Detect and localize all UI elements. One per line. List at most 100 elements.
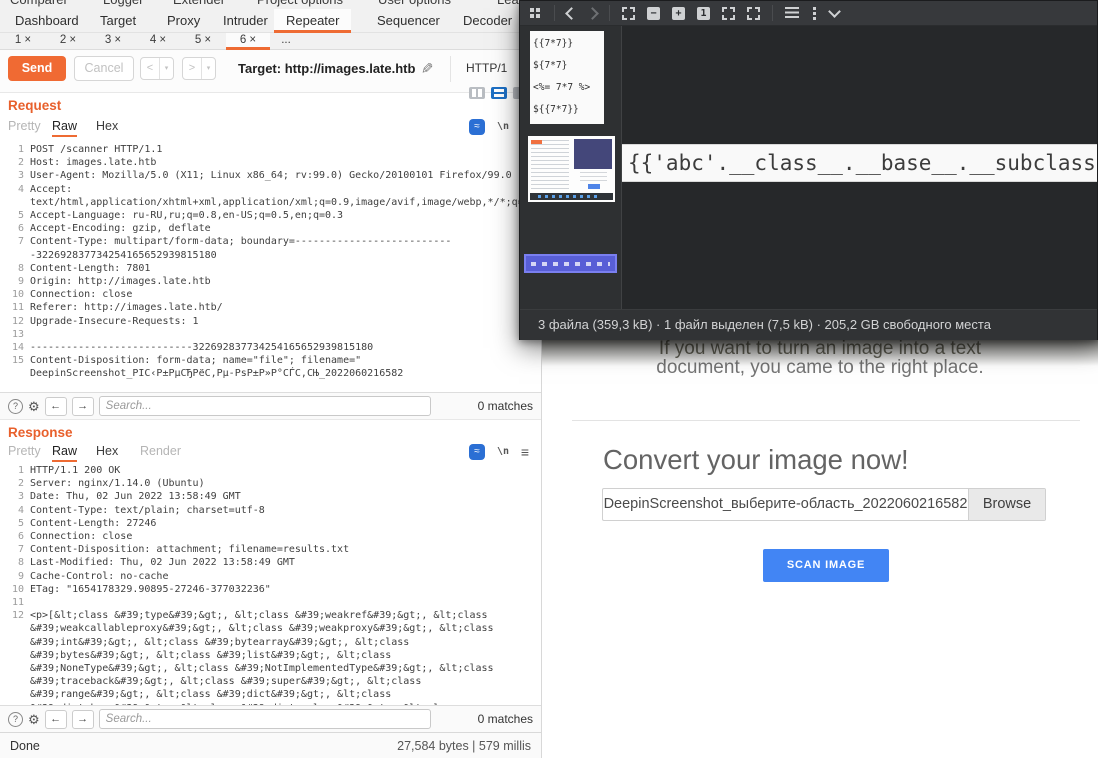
next-match-button[interactable]: → xyxy=(72,710,94,729)
line-number: 5 xyxy=(0,517,30,530)
cancel-button[interactable]: Cancel xyxy=(74,56,134,81)
forward-request-icon: > xyxy=(183,58,201,79)
section-divider xyxy=(572,420,1080,421)
tab-target[interactable]: Target xyxy=(100,9,136,32)
tab-comparer[interactable]: Comparer xyxy=(10,0,68,7)
fit-width-icon[interactable] xyxy=(722,7,735,20)
line-number: 9 xyxy=(0,570,30,583)
request-search-input[interactable] xyxy=(99,396,431,416)
browser-page: If you want to turn an image into a text… xyxy=(541,340,1098,758)
tab-logger[interactable]: Logger xyxy=(103,0,143,7)
code-line: DeepinScreenshot_РІС‹Р±РµСЂРёС‚Рµ-РѕР±Р»… xyxy=(0,367,541,380)
tab-raw[interactable]: Raw xyxy=(52,119,77,137)
gear-icon[interactable]: ⚙ xyxy=(28,713,40,726)
tab-user-options[interactable]: User options xyxy=(378,0,451,7)
zoom-out-icon[interactable]: − xyxy=(647,7,660,20)
browse-button[interactable]: Browse xyxy=(968,489,1045,520)
file-upload-input[interactable]: DeepinScreenshot_выберите-область_202206… xyxy=(602,488,1046,521)
rows-layout-icon[interactable] xyxy=(491,87,507,99)
forward-request-button[interactable]: > ▾ xyxy=(182,57,216,80)
response-search-input[interactable] xyxy=(99,709,431,729)
repeater-tab-2[interactable]: 2 × xyxy=(46,33,90,48)
tab-dashboard[interactable]: Dashboard xyxy=(15,9,79,32)
line-text: Content-Disposition: form-data; name="fi… xyxy=(30,354,541,367)
code-line: 5 Content-Length: 27246 xyxy=(0,517,541,530)
prettify-icon[interactable]: ≈ xyxy=(469,444,485,460)
forward-dropdown-icon[interactable]: ▾ xyxy=(201,58,215,79)
forward-icon[interactable] xyxy=(586,7,599,20)
list-icon[interactable] xyxy=(785,7,799,19)
tab-render[interactable]: Render xyxy=(140,444,181,458)
request-editor[interactable]: 1 POST /scanner HTTP/1.1 2 Host: images.… xyxy=(0,143,541,387)
toolbar-divider xyxy=(450,56,451,82)
line-number: 3 xyxy=(0,490,30,503)
tab-pretty[interactable]: Pretty xyxy=(8,119,41,133)
code-line: 14 ---------------------------3226928377… xyxy=(0,341,541,354)
zoom-in-icon[interactable]: + xyxy=(672,7,685,20)
fit-height-icon[interactable] xyxy=(747,7,760,20)
toolbar-separator xyxy=(609,5,610,21)
repeater-tab-5[interactable]: 5 × xyxy=(181,33,225,48)
line-number: 8 xyxy=(0,262,30,275)
tab-pretty[interactable]: Pretty xyxy=(8,444,41,458)
repeater-tab-3[interactable]: 3 × xyxy=(91,33,135,48)
actual-size-icon[interactable]: 1 xyxy=(697,7,710,20)
help-icon[interactable]: ? xyxy=(8,712,23,727)
tab-raw[interactable]: Raw xyxy=(52,444,77,462)
repeater-tab-6[interactable]: 6 × xyxy=(226,33,270,50)
next-match-button[interactable]: → xyxy=(72,397,94,416)
kebab-menu-icon[interactable] xyxy=(813,7,816,10)
viewer-status-text: 3 файла (359,3 kB) · 1 файл выделен (7,5… xyxy=(538,317,991,332)
repeater-tab-more[interactable]: ... xyxy=(271,33,301,48)
prev-match-button[interactable]: ← xyxy=(45,710,67,729)
code-line: 13 xyxy=(0,328,541,341)
line-wrap-icon[interactable]: \n xyxy=(497,121,509,132)
tab-repeater[interactable]: Repeater xyxy=(274,9,351,33)
payload-text-thumbnail[interactable]: {{7*7}} ${7*7} <%= 7*7 %> ${{7*7}} xyxy=(530,31,604,124)
http-version-selector[interactable]: HTTP/1 xyxy=(466,61,507,75)
code-line: 1 POST /scanner HTTP/1.1 xyxy=(0,143,541,156)
tab-hex[interactable]: Hex xyxy=(96,119,118,133)
code-line: 2 Host: images.late.htb xyxy=(0,156,541,169)
back-icon[interactable] xyxy=(565,7,578,20)
tab-decoder[interactable]: Decoder xyxy=(463,9,512,32)
tab-sequencer[interactable]: Sequencer xyxy=(377,9,440,32)
line-number: 10 xyxy=(0,288,30,301)
tab-project-options[interactable]: Project options xyxy=(257,0,343,7)
columns-layout-icon[interactable] xyxy=(469,87,485,99)
line-number: 5 xyxy=(0,209,30,222)
code-line: 8 Last-Modified: Thu, 02 Jun 2022 13:58:… xyxy=(0,556,541,569)
code-line: 5 Accept-Language: ru-RU,ru;q=0.8,en-US;… xyxy=(0,209,541,222)
back-request-button[interactable]: < ▾ xyxy=(140,57,174,80)
code-line: 10 Connection: close xyxy=(0,288,541,301)
line-text xyxy=(30,328,541,341)
line-number: 11 xyxy=(0,596,30,609)
code-line: 11 Referer: http://images.late.htb/ xyxy=(0,301,541,314)
viewer-canvas[interactable]: {{'abc'.__class__.__base__.__subclasses_… xyxy=(622,26,1097,309)
grid-view-icon[interactable] xyxy=(530,8,534,12)
screenshot-thumbnail[interactable] xyxy=(528,136,615,202)
repeater-tab-4[interactable]: 4 × xyxy=(136,33,180,48)
send-button[interactable]: Send xyxy=(8,56,66,81)
prettify-icon[interactable]: ≈ xyxy=(469,119,485,135)
edit-target-icon[interactable]: ✎ xyxy=(417,62,435,75)
fit-window-icon[interactable] xyxy=(622,7,635,20)
gear-icon[interactable]: ⚙ xyxy=(28,400,40,413)
response-editor[interactable]: 1 HTTP/1.1 200 OK 2 Server: nginx/1.14.0… xyxy=(0,464,541,706)
selected-strip-thumbnail[interactable] xyxy=(524,254,617,273)
zoomed-image-strip: {{'abc'.__class__.__base__.__subclasses_… xyxy=(622,144,1097,182)
back-dropdown-icon[interactable]: ▾ xyxy=(159,58,173,79)
line-wrap-icon[interactable]: \n xyxy=(497,446,509,457)
code-line: 3 Date: Thu, 02 Jun 2022 13:58:49 GMT xyxy=(0,490,541,503)
prev-match-button[interactable]: ← xyxy=(45,397,67,416)
back-request-icon: < xyxy=(141,58,159,79)
tab-hex[interactable]: Hex xyxy=(96,444,118,458)
chevron-down-icon[interactable] xyxy=(828,5,841,18)
tab-intruder[interactable]: Intruder xyxy=(223,9,268,32)
tab-extender[interactable]: Extender xyxy=(173,0,225,7)
tab-proxy[interactable]: Proxy xyxy=(167,9,200,32)
repeater-tab-1[interactable]: 1 × xyxy=(1,33,45,48)
scan-image-button[interactable]: SCAN IMAGE xyxy=(763,549,889,582)
help-icon[interactable]: ? xyxy=(8,399,23,414)
editor-menu-icon[interactable]: ≡ xyxy=(521,444,529,460)
